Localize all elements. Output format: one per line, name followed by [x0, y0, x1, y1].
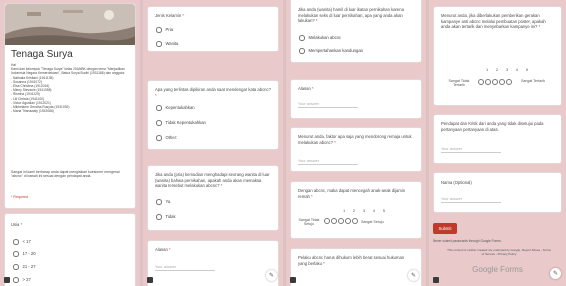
- jk-option-wanita[interactable]: Wanita: [156, 41, 178, 47]
- question-kampanye-text: Menurut anda, jika diberlakukan pemberik…: [441, 13, 546, 30]
- never-submit-note: Never submit passwords through Google Fo…: [433, 239, 502, 243]
- form-closing-text: Sangat ini kami berharap anda dapat meng…: [11, 170, 120, 179]
- radio-icon[interactable]: [299, 35, 305, 41]
- scale-high-label: Sangat Tertarik: [520, 79, 546, 83]
- q2-option-2[interactable]: Tidak Kepentukahkan: [156, 120, 206, 126]
- question-hamil-text: Jika anda (wanita) hamil di luar ikatan …: [298, 7, 404, 24]
- usia-option-4[interactable]: > 27: [13, 277, 31, 283]
- edit-pencil-icon[interactable]: ✎: [550, 268, 561, 279]
- usia-option-2[interactable]: 17 - 20: [13, 251, 36, 257]
- radio-icon[interactable]: [156, 214, 162, 220]
- question-abcnc-text: Apa yang terlintas dipikiran anda saat m…: [155, 87, 271, 98]
- question-abcnc-card: Apa yang terlintas dipikiran anda saat m…: [147, 80, 279, 150]
- kritik-input[interactable]: Your answer: [441, 147, 501, 153]
- usia-option-3[interactable]: 21 - 27: [13, 264, 36, 270]
- nama-card: Nama (Optional) Your answer: [433, 172, 562, 213]
- linear-scale[interactable]: [324, 218, 358, 224]
- scale-option-4[interactable]: [345, 218, 351, 224]
- jenis-kelamin-label: Jenis Kelamin *: [155, 13, 184, 18]
- scale-numbers: 1 2 3 4 5: [486, 67, 532, 72]
- linear-scale[interactable]: [478, 79, 512, 85]
- form-header-card: Tenaga Surya Hai Kami dari kelompok "Ten…: [4, 3, 136, 209]
- radio-icon[interactable]: [156, 120, 162, 126]
- square-icon: [433, 277, 439, 283]
- form-panel-1: Tenaga Surya Hai Kami dari kelompok "Ten…: [0, 0, 140, 286]
- radio-icon[interactable]: [156, 199, 162, 205]
- google-forms-logo: Google Forms: [472, 265, 523, 274]
- usia-option-1[interactable]: < 17: [13, 239, 31, 245]
- scale-high-label: Sangat Setuju: [361, 220, 384, 224]
- question-hukuman-text: Pelaku abcnc harus dihukum lebih berat s…: [298, 255, 405, 266]
- form-panel-4: Menurut anda, jika diberlakukan pemberik…: [429, 0, 566, 286]
- question-faktor-card: Menurut anda, faktor apa saja yang mendo…: [290, 127, 422, 172]
- form-panel-2: Jenis Kelamin * Pria Wanita Apa yang ter…: [143, 0, 283, 286]
- question-faktor-text: Menurut anda, faktor apa saja yang mendo…: [298, 134, 412, 145]
- alasan-input-2[interactable]: Your answer: [298, 102, 358, 108]
- scale-option-1[interactable]: [324, 218, 330, 224]
- square-icon: [290, 277, 296, 283]
- question-hukuman-card: Pelaku abcnc harus dihukum lebih berat s…: [290, 248, 422, 286]
- alasan-card-2: Alasan * Your answer: [290, 79, 422, 119]
- scale-option-2[interactable]: [485, 79, 491, 85]
- question-kampanye-card: Menurut anda, jika diberlakukan pemberik…: [433, 6, 562, 106]
- scale-numbers: 1 2 3 4 5: [343, 208, 389, 213]
- question-memaksa-card: Jika anda (pria) kemudian menghadapi seo…: [147, 165, 279, 231]
- scale-option-3[interactable]: [492, 79, 498, 85]
- scale-low-label: Sangat Tidak Setuju: [298, 218, 320, 227]
- banner-illustration: [5, 4, 135, 45]
- question-hamil-card: Jika anda (wanita) hamil di luar ikatan …: [290, 0, 422, 63]
- q-hamil-option-2[interactable]: Mempertahankan kandungan: [299, 48, 363, 54]
- radio-icon[interactable]: [13, 251, 19, 257]
- q3-option-ya[interactable]: Ya: [156, 199, 170, 205]
- form-description: Hai Kami dari kelompok "Tenaga Surya" ke…: [11, 63, 125, 114]
- faktor-input[interactable]: Your answer: [298, 159, 358, 165]
- q-hamil-option-1[interactable]: Melakukan abcnc: [299, 35, 341, 41]
- question-memaksa-text: Jika anda (pria) kemudian menghadapi seo…: [155, 172, 270, 189]
- jenis-kelamin-card: Jenis Kelamin * Pria Wanita: [147, 6, 279, 52]
- radio-icon[interactable]: [156, 105, 162, 111]
- scale-option-4[interactable]: [499, 79, 505, 85]
- submit-button[interactable]: Submit: [433, 223, 457, 234]
- radio-icon[interactable]: [13, 239, 19, 245]
- radio-icon[interactable]: [156, 135, 162, 141]
- radio-icon[interactable]: [13, 277, 19, 283]
- alasan-label: Alasan *: [155, 247, 171, 252]
- q2-option-3[interactable]: Other:: [156, 135, 177, 141]
- scale-option-5[interactable]: [352, 218, 358, 224]
- alasan-label-2: Alasan *: [298, 86, 314, 91]
- header-banner-image: [5, 4, 135, 45]
- radio-icon[interactable]: [13, 264, 19, 270]
- scale-option-5[interactable]: [506, 79, 512, 85]
- required-note: * Required: [11, 195, 28, 199]
- scale-option-3[interactable]: [338, 218, 344, 224]
- footer-note: This content is neither created nor endo…: [447, 248, 551, 256]
- scale-option-1[interactable]: [478, 79, 484, 85]
- form-title: Tenaga Surya: [11, 49, 73, 60]
- scale-option-2[interactable]: [331, 218, 337, 224]
- radio-icon[interactable]: [156, 27, 162, 33]
- edit-pencil-icon[interactable]: ✎: [408, 270, 419, 281]
- question-mencegah-card: Dengan abcnc, maka dapat mencegah anak-a…: [290, 181, 422, 239]
- scale-low-label: Sangat Tidak Tertarik: [448, 79, 470, 88]
- usia-question-card: Usia * < 17 17 - 20 21 - 27 > 27: [4, 213, 136, 286]
- edit-pencil-icon[interactable]: ✎: [266, 270, 277, 281]
- alasan-card: Alasan * Your answer: [147, 240, 279, 286]
- square-icon: [147, 277, 153, 283]
- question-kritik-text: Pendapat dan Kritik dari anda yang tidak…: [441, 121, 544, 132]
- form-panel-3: Jika anda (wanita) hamil di luar ikatan …: [286, 0, 426, 286]
- q2-option-1[interactable]: Kepentukahkan: [156, 105, 195, 111]
- question-kritik-card: Pendapat dan Kritik dari anda yang tidak…: [433, 114, 562, 164]
- question-mencegah-text: Dengan abcnc, maka dapat mencegah anak-a…: [298, 188, 406, 199]
- jk-option-pria[interactable]: Pria: [156, 27, 173, 33]
- radio-icon[interactable]: [156, 41, 162, 47]
- radio-icon[interactable]: [299, 48, 305, 54]
- nama-input[interactable]: Your answer: [441, 197, 501, 203]
- nama-label: Nama (Optional): [441, 180, 472, 185]
- square-icon: [4, 277, 10, 283]
- usia-label: Usia *: [11, 222, 23, 227]
- q3-option-tidak[interactable]: Tidak: [156, 214, 176, 220]
- alasan-input[interactable]: Your answer: [155, 265, 215, 271]
